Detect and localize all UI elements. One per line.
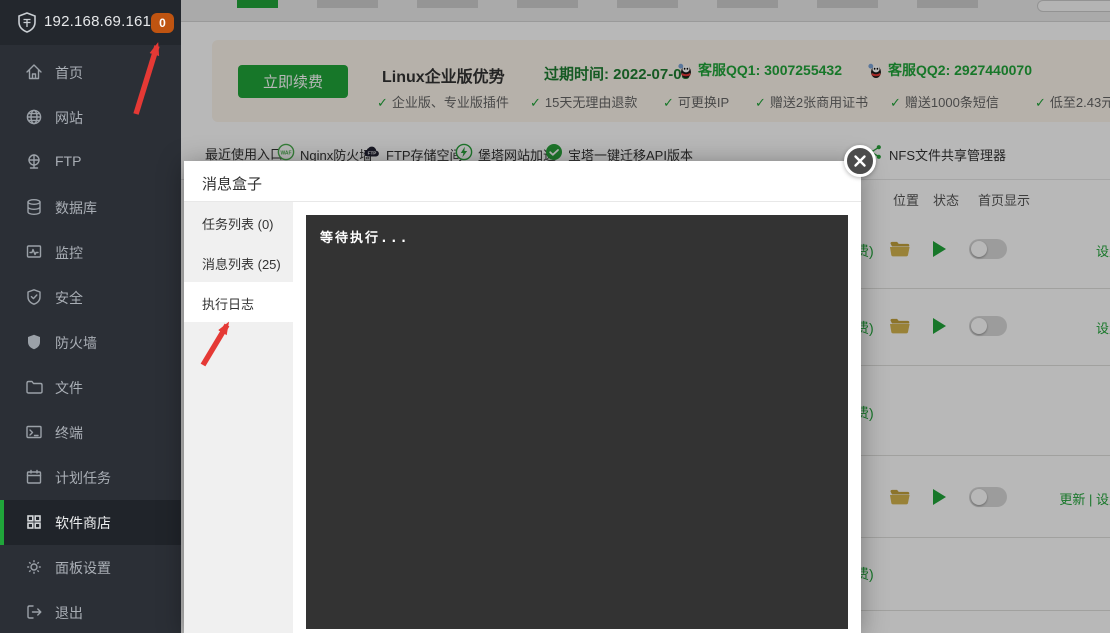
sidebar-item-监控[interactable]: 监控 [0, 230, 181, 275]
sidebar-item-软件商店[interactable]: 软件商店 [0, 500, 181, 545]
message-box-modal: 消息盒子 任务列表 (0) 消息列表 (25) 执行日志 等待执行... [184, 161, 861, 633]
logout-icon [24, 602, 44, 622]
modal-close-button[interactable] [844, 145, 876, 177]
sidebar-item-数据库[interactable]: 数据库 [0, 185, 181, 230]
sidebar-item-退出[interactable]: 退出 [0, 590, 181, 633]
website-icon [24, 107, 44, 127]
sidebar-item-计划任务[interactable]: 计划任务 [0, 455, 181, 500]
sidebar-item-label: 计划任务 [55, 468, 111, 488]
store-icon [24, 512, 44, 532]
modal-tab-任务列表 (0)[interactable]: 任务列表 (0) [184, 202, 293, 242]
sidebar-item-FTP[interactable]: FTP [0, 140, 181, 185]
shield-logo-icon [15, 11, 39, 35]
files-icon [24, 377, 44, 397]
modal-title: 消息盒子 [202, 173, 262, 194]
modal-tab-label: 任务列表 (0) [202, 214, 274, 233]
sidebar-item-安全[interactable]: 安全 [0, 275, 181, 320]
monitor-icon [24, 242, 44, 262]
sidebar-item-label: 监控 [55, 243, 83, 263]
sidebar-item-label: 面板设置 [55, 558, 111, 578]
cron-icon [24, 467, 44, 487]
modal-tab-消息列表 (25)[interactable]: 消息列表 (25) [184, 242, 293, 282]
settings-icon [24, 557, 44, 577]
sidebar-item-label: 数据库 [55, 198, 97, 218]
sidebar-item-文件[interactable]: 文件 [0, 365, 181, 410]
home-icon [24, 62, 44, 82]
database-icon [24, 197, 44, 217]
sidebar-item-首页[interactable]: 首页 [0, 50, 181, 95]
modal-tab-label: 执行日志 [202, 294, 254, 313]
sidebar-item-label: 终端 [55, 423, 83, 443]
message-count-badge[interactable]: 0 [151, 13, 174, 33]
sidebar-menu: 首页 网站 FTP 数据库 监控 安全 防火墙 文件 终端 计划任务 [0, 50, 181, 633]
modal-tab-执行日志[interactable]: 执行日志 [184, 282, 293, 322]
modal-tab-list: 任务列表 (0) 消息列表 (25) 执行日志 [184, 202, 293, 633]
server-ip: 192.168.69.161 [44, 13, 151, 30]
sidebar-item-label: FTP [55, 153, 81, 169]
bt-panel-screen: 立即续费 Linux企业版优势 过期时间: 2022-07-03 客服QQ1: … [0, 0, 1110, 633]
modal-tab-label: 消息列表 (25) [202, 254, 281, 273]
sidebar-item-网站[interactable]: 网站 [0, 95, 181, 140]
sidebar-header: 192.168.69.161 0 [0, 0, 181, 45]
sidebar-item-label: 文件 [55, 378, 83, 398]
firewall-icon [24, 332, 44, 352]
security-icon [24, 287, 44, 307]
sidebar-item-label: 网站 [55, 108, 83, 128]
sidebar-item-终端[interactable]: 终端 [0, 410, 181, 455]
sidebar-item-label: 防火墙 [55, 333, 97, 353]
execution-log-console: 等待执行... [306, 215, 848, 629]
sidebar-item-防火墙[interactable]: 防火墙 [0, 320, 181, 365]
ftp-icon [24, 152, 44, 172]
sidebar-item-label: 软件商店 [55, 513, 111, 533]
sidebar-item-面板设置[interactable]: 面板设置 [0, 545, 181, 590]
sidebar-item-label: 安全 [55, 288, 83, 308]
sidebar: 192.168.69.161 0 首页 网站 FTP 数据库 监控 安全 防火墙… [0, 0, 181, 633]
terminal-icon [24, 422, 44, 442]
sidebar-item-label: 首页 [55, 63, 83, 83]
sidebar-item-label: 退出 [55, 603, 83, 623]
modal-header: 消息盒子 [184, 161, 861, 202]
